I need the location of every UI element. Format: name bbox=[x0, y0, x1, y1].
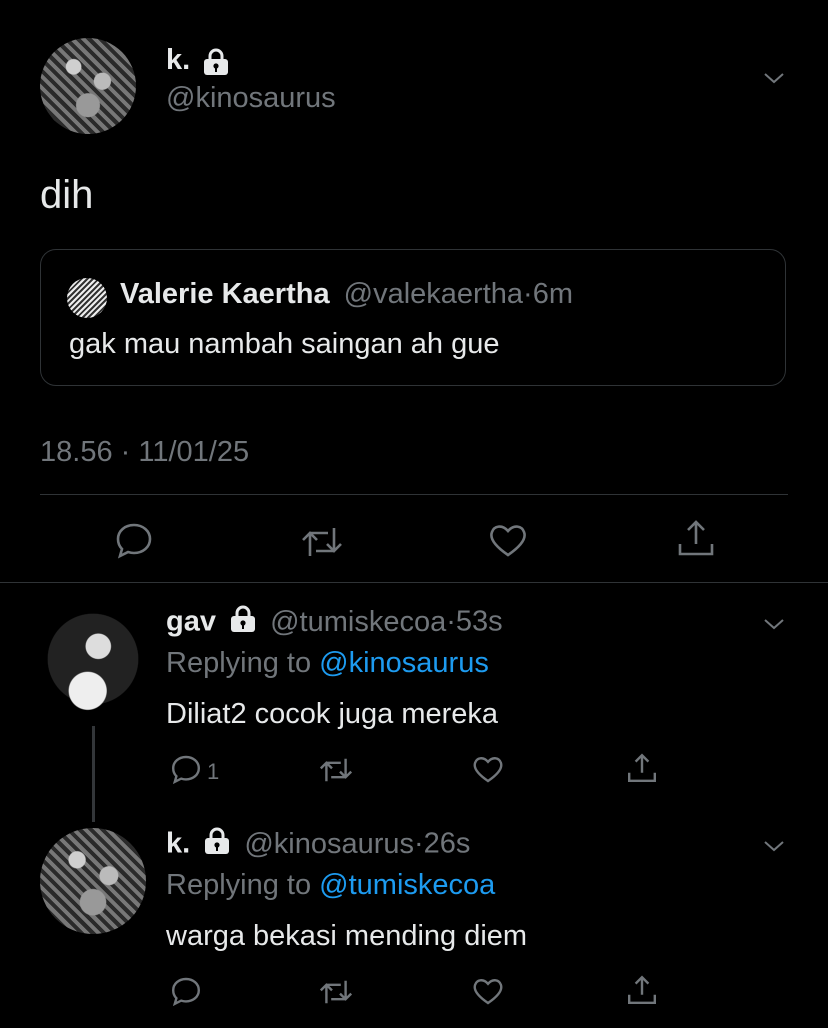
lock-icon bbox=[202, 827, 232, 863]
replying-to-line: Replying to @kinosaurus bbox=[166, 647, 489, 680]
quote-header: Valerie Kaertha @valekaertha·6m bbox=[120, 278, 573, 311]
like-icon[interactable] bbox=[472, 975, 504, 1007]
retweet-icon[interactable] bbox=[318, 754, 354, 786]
replying-to-mention[interactable]: @tumiskecoa bbox=[319, 869, 495, 901]
quote-dot: · bbox=[523, 278, 533, 310]
reply-dot: · bbox=[446, 605, 456, 638]
reply-author-name[interactable]: k. bbox=[166, 828, 190, 860]
reply-time: 53s bbox=[455, 605, 503, 638]
author-avatar[interactable] bbox=[40, 38, 136, 134]
reply-text: Diliat2 cocok juga mereka bbox=[166, 698, 499, 730]
reply-icon[interactable] bbox=[114, 520, 154, 560]
reply-time: 26s bbox=[423, 827, 471, 860]
reply-thread-line bbox=[92, 726, 95, 822]
main-tweet-bottom-divider bbox=[0, 582, 828, 583]
share-icon[interactable] bbox=[626, 752, 658, 784]
author-header: k. bbox=[166, 44, 231, 81]
reply-author-handle[interactable]: @kinosaurus bbox=[244, 828, 414, 860]
lock-icon bbox=[201, 48, 231, 81]
chevron-down-icon[interactable] bbox=[762, 834, 786, 858]
reply-author-handle[interactable]: @tumiskecoa bbox=[270, 606, 446, 638]
quote-tweet-card[interactable]: Valerie Kaertha @valekaertha·6m gak mau … bbox=[40, 249, 786, 386]
share-icon[interactable] bbox=[626, 974, 658, 1006]
quote-author-avatar bbox=[67, 278, 107, 318]
reply-icon[interactable] bbox=[170, 753, 202, 785]
reply-count: 1 bbox=[207, 759, 220, 784]
reply-icon[interactable] bbox=[170, 975, 202, 1007]
tweet-timestamp[interactable]: 18.56 · 11/01/25 bbox=[40, 436, 249, 469]
quote-time: 6m bbox=[532, 278, 573, 310]
reply-text: warga bekasi mending diem bbox=[166, 920, 528, 952]
reply-author-avatar[interactable] bbox=[40, 828, 146, 934]
reply-author-avatar[interactable] bbox=[40, 606, 146, 712]
replying-to-label: Replying to bbox=[166, 647, 320, 679]
tweet-text: dih bbox=[40, 173, 94, 217]
quote-author-name: Valerie Kaertha bbox=[120, 278, 330, 310]
replying-to-mention[interactable]: @kinosaurus bbox=[319, 647, 489, 679]
author-handle[interactable]: @kinosaurus bbox=[166, 82, 336, 115]
like-icon[interactable] bbox=[472, 753, 504, 785]
lock-icon bbox=[228, 605, 258, 641]
reply-header: k. @kinosaurus·26s bbox=[166, 827, 470, 863]
reply-author-name[interactable]: gav bbox=[166, 606, 216, 638]
replying-to-label: Replying to bbox=[166, 869, 320, 901]
quote-text: gak mau nambah saingan ah gue bbox=[69, 328, 500, 360]
retweet-icon[interactable] bbox=[300, 522, 344, 562]
reply-header: gav @tumiskecoa·53s bbox=[166, 605, 503, 641]
quote-author-handle: @valekaertha bbox=[343, 278, 524, 310]
reply-dot: · bbox=[414, 827, 424, 860]
retweet-icon[interactable] bbox=[318, 976, 354, 1008]
author-name[interactable]: k. bbox=[166, 44, 190, 76]
chevron-down-icon[interactable] bbox=[762, 66, 786, 90]
replying-to-line: Replying to @tumiskecoa bbox=[166, 869, 495, 902]
share-icon[interactable] bbox=[676, 518, 716, 558]
like-icon[interactable] bbox=[488, 520, 528, 560]
timestamp-divider bbox=[40, 494, 788, 495]
chevron-down-icon[interactable] bbox=[762, 612, 786, 636]
